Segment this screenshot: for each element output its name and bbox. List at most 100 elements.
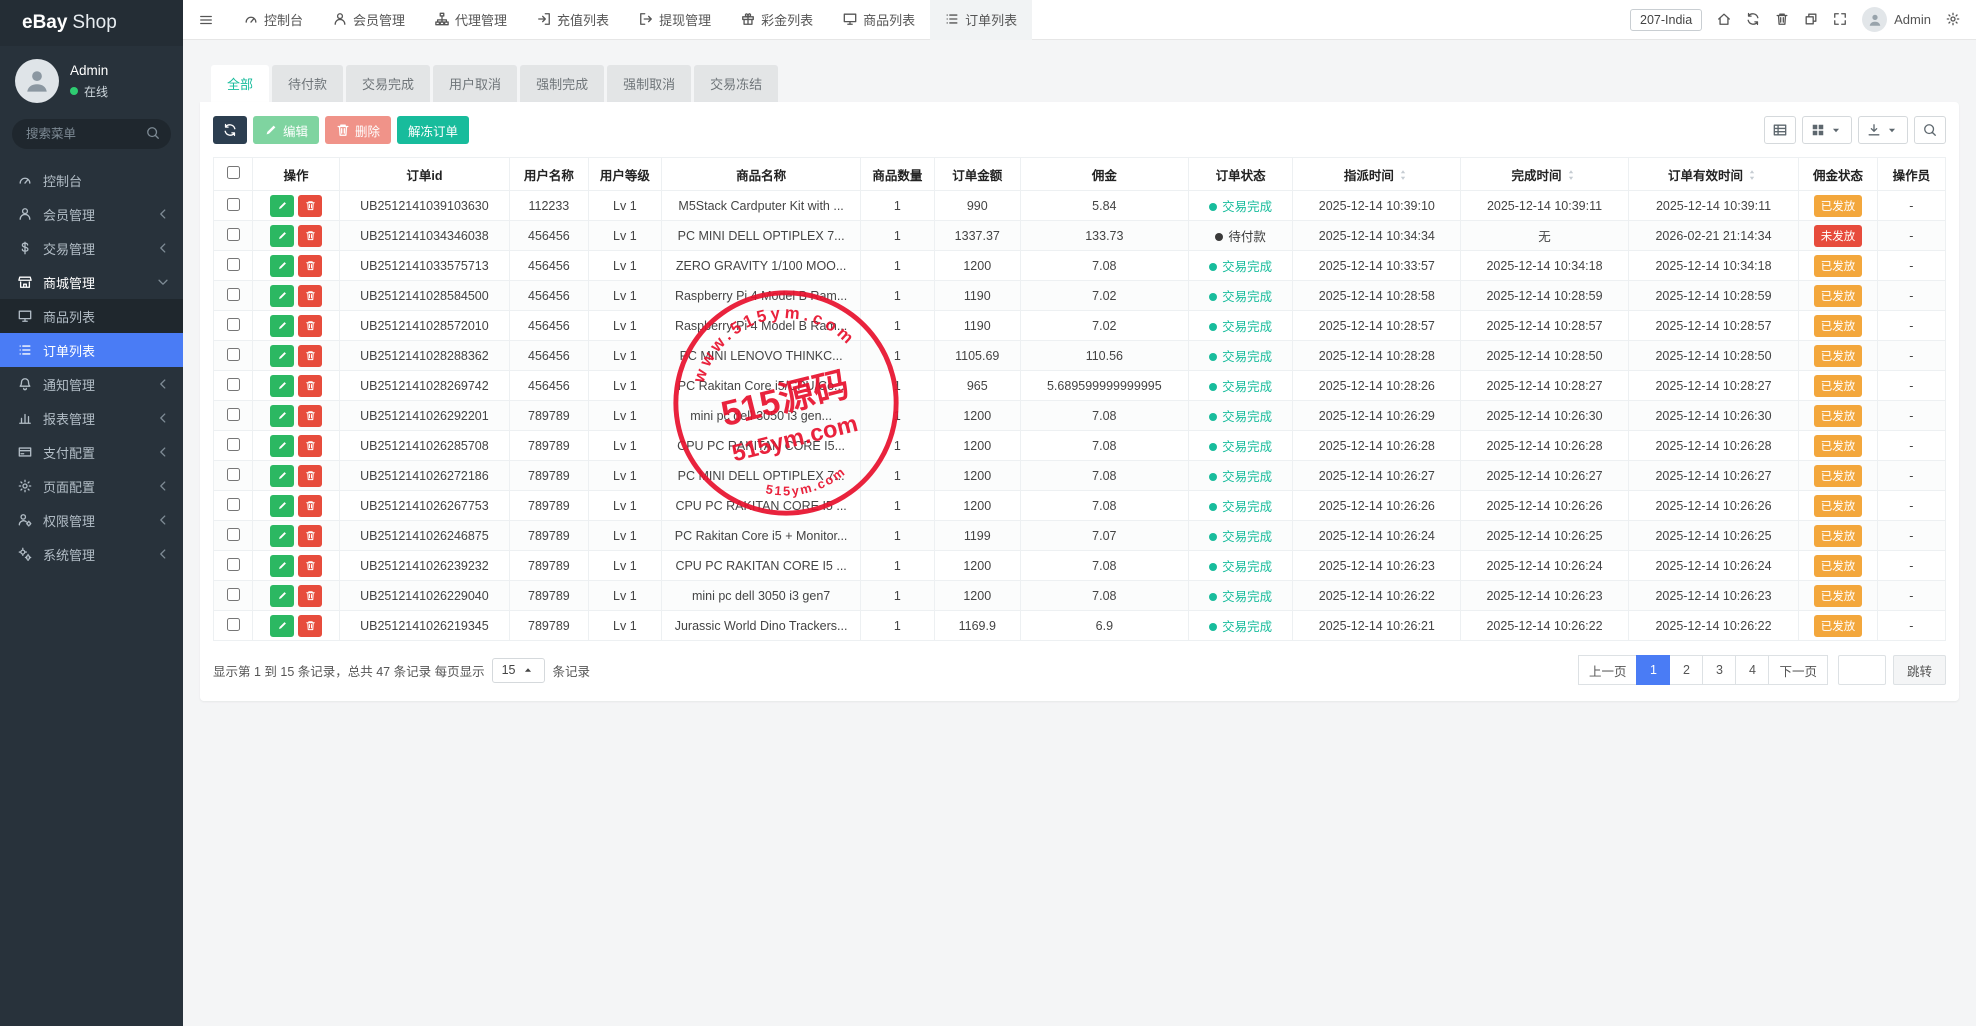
row-delete-button[interactable] — [298, 315, 322, 337]
row-checkbox[interactable] — [227, 288, 240, 301]
copy-icon[interactable] — [1804, 12, 1818, 27]
page-4-button[interactable]: 4 — [1735, 655, 1769, 685]
tab-force-cancel[interactable]: 强制取消 — [607, 65, 691, 102]
region-select[interactable]: 207-India — [1630, 9, 1702, 31]
topnav-products[interactable]: 商品列表 — [828, 0, 930, 40]
row-delete-button[interactable] — [298, 345, 322, 367]
row-edit-button[interactable] — [270, 465, 294, 487]
row-checkbox[interactable] — [227, 318, 240, 331]
row-edit-button[interactable] — [270, 195, 294, 217]
row-delete-button[interactable] — [298, 465, 322, 487]
toggle-view-button[interactable] — [1764, 116, 1796, 144]
row-delete-button[interactable] — [298, 585, 322, 607]
row-edit-button[interactable] — [270, 285, 294, 307]
search-icon[interactable] — [146, 126, 160, 141]
row-edit-button[interactable] — [270, 225, 294, 247]
row-checkbox[interactable] — [227, 228, 240, 241]
delete-button[interactable]: 删除 — [325, 116, 391, 144]
row-checkbox[interactable] — [227, 438, 240, 451]
header-order-status[interactable]: 订单状态 — [1188, 158, 1293, 191]
sort-icon[interactable] — [1564, 169, 1578, 183]
row-delete-button[interactable] — [298, 195, 322, 217]
row-delete-button[interactable] — [298, 405, 322, 427]
tab-user-cancel[interactable]: 用户取消 — [433, 65, 517, 102]
row-edit-button[interactable] — [270, 555, 294, 577]
select-all-checkbox[interactable] — [227, 166, 240, 179]
sidebar-item-members[interactable]: 会员管理 — [0, 197, 183, 231]
page-1-button[interactable]: 1 — [1636, 655, 1670, 685]
page-2-button[interactable]: 2 — [1669, 655, 1703, 685]
header-valid-time[interactable]: 订单有效时间 — [1628, 158, 1798, 191]
row-checkbox[interactable] — [227, 528, 240, 541]
header-product-name[interactable]: 商品名称 — [662, 158, 861, 191]
admin-menu[interactable]: Admin — [1862, 7, 1931, 32]
row-checkbox[interactable] — [227, 348, 240, 361]
row-delete-button[interactable] — [298, 525, 322, 547]
unfreeze-order-button[interactable]: 解冻订单 — [397, 116, 469, 144]
row-delete-button[interactable] — [298, 495, 322, 517]
row-delete-button[interactable] — [298, 375, 322, 397]
header-username[interactable]: 用户名称 — [510, 158, 589, 191]
sidebar-item-reports[interactable]: 报表管理 — [0, 401, 183, 435]
sort-icon[interactable] — [1745, 169, 1759, 183]
tab-pending-pay[interactable]: 待付款 — [272, 65, 343, 102]
topnav-agents[interactable]: 代理管理 — [420, 0, 522, 40]
topnav-prize[interactable]: 彩金列表 — [726, 0, 828, 40]
row-delete-button[interactable] — [298, 555, 322, 577]
row-delete-button[interactable] — [298, 615, 322, 637]
row-delete-button[interactable] — [298, 285, 322, 307]
row-edit-button[interactable] — [270, 375, 294, 397]
next-page-button[interactable]: 下一页 — [1768, 655, 1828, 685]
row-edit-button[interactable] — [270, 405, 294, 427]
header-commission[interactable]: 佣金 — [1021, 158, 1189, 191]
trash-icon[interactable] — [1775, 12, 1789, 27]
sidebar-item-payment[interactable]: 支付配置 — [0, 435, 183, 469]
search-toggle-button[interactable] — [1914, 116, 1946, 144]
row-delete-button[interactable] — [298, 255, 322, 277]
refresh-icon[interactable] — [1746, 12, 1760, 27]
header-commission-status[interactable]: 佣金状态 — [1799, 158, 1878, 191]
jump-button[interactable]: 跳转 — [1893, 655, 1946, 685]
topnav-members[interactable]: 会员管理 — [318, 0, 420, 40]
tab-done[interactable]: 交易完成 — [346, 65, 430, 102]
tab-force-done[interactable]: 强制完成 — [520, 65, 604, 102]
header-operator[interactable]: 操作员 — [1877, 158, 1945, 191]
topnav-withdraw[interactable]: 提现管理 — [624, 0, 726, 40]
row-delete-button[interactable] — [298, 225, 322, 247]
sidebar-item-orders[interactable]: 订单列表 — [0, 333, 183, 367]
row-delete-button[interactable] — [298, 435, 322, 457]
header-quantity[interactable]: 商品数量 — [861, 158, 934, 191]
topnav-dashboard[interactable]: 控制台 — [229, 0, 318, 40]
row-checkbox[interactable] — [227, 498, 240, 511]
topnav-orders[interactable]: 订单列表 — [930, 0, 1032, 40]
sidebar-item-transactions[interactable]: 交易管理 — [0, 231, 183, 265]
row-edit-button[interactable] — [270, 435, 294, 457]
header-amount[interactable]: 订单金额 — [934, 158, 1020, 191]
header-assign-time[interactable]: 指派时间 — [1293, 158, 1461, 191]
per-page-select[interactable]: 15 — [492, 658, 546, 683]
sidebar-item-products[interactable]: 商品列表 — [0, 299, 183, 333]
row-checkbox[interactable] — [227, 198, 240, 211]
jump-page-input[interactable] — [1838, 655, 1886, 685]
columns-button[interactable] — [1802, 116, 1852, 144]
row-edit-button[interactable] — [270, 585, 294, 607]
tab-all[interactable]: 全部 — [211, 65, 269, 102]
header-finish-time[interactable]: 完成时间 — [1461, 158, 1629, 191]
sidebar-item-dashboard[interactable]: 控制台 — [0, 163, 183, 197]
row-checkbox[interactable] — [227, 408, 240, 421]
row-checkbox[interactable] — [227, 558, 240, 571]
header-order-id[interactable]: 订单id — [339, 158, 509, 191]
refresh-button[interactable] — [213, 116, 247, 144]
page-3-button[interactable]: 3 — [1702, 655, 1736, 685]
row-edit-button[interactable] — [270, 255, 294, 277]
sidebar-item-notifications[interactable]: 通知管理 — [0, 367, 183, 401]
row-checkbox[interactable] — [227, 618, 240, 631]
header-actions[interactable]: 操作 — [253, 158, 339, 191]
fullscreen-icon[interactable] — [1833, 12, 1847, 27]
row-edit-button[interactable] — [270, 315, 294, 337]
sidebar-item-permissions[interactable]: 权限管理 — [0, 503, 183, 537]
export-button[interactable] — [1858, 116, 1908, 144]
row-checkbox[interactable] — [227, 258, 240, 271]
home-icon[interactable] — [1717, 12, 1731, 27]
row-edit-button[interactable] — [270, 525, 294, 547]
